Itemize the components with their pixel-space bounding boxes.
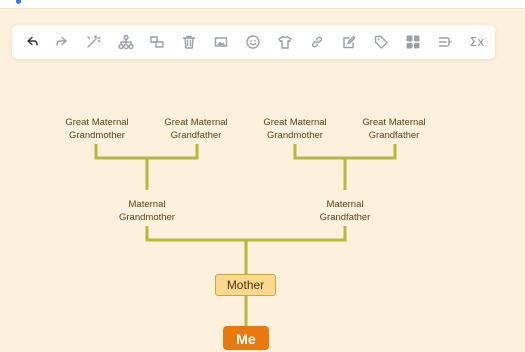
node-maternal-grandfather[interactable]: Maternal Grandfather [300, 199, 390, 224]
node-mother[interactable]: Mother [215, 274, 276, 296]
node-great-maternal-grandmother-1[interactable]: Great Maternal Grandmother [52, 117, 142, 142]
connector-grandparents [145, 226, 347, 274]
connector-great-left [94, 144, 199, 190]
node-maternal-grandmother[interactable]: Maternal Grandmother [102, 199, 192, 224]
node-great-maternal-grandfather-2[interactable]: Great Maternal Grandfather [349, 117, 439, 142]
node-great-maternal-grandfather-1[interactable]: Great Maternal Grandfather [151, 117, 241, 142]
connector-great-right [293, 144, 397, 190]
node-me[interactable]: Me [223, 326, 269, 350]
node-great-maternal-grandmother-2[interactable]: Great Maternal Grandmother [250, 117, 340, 142]
